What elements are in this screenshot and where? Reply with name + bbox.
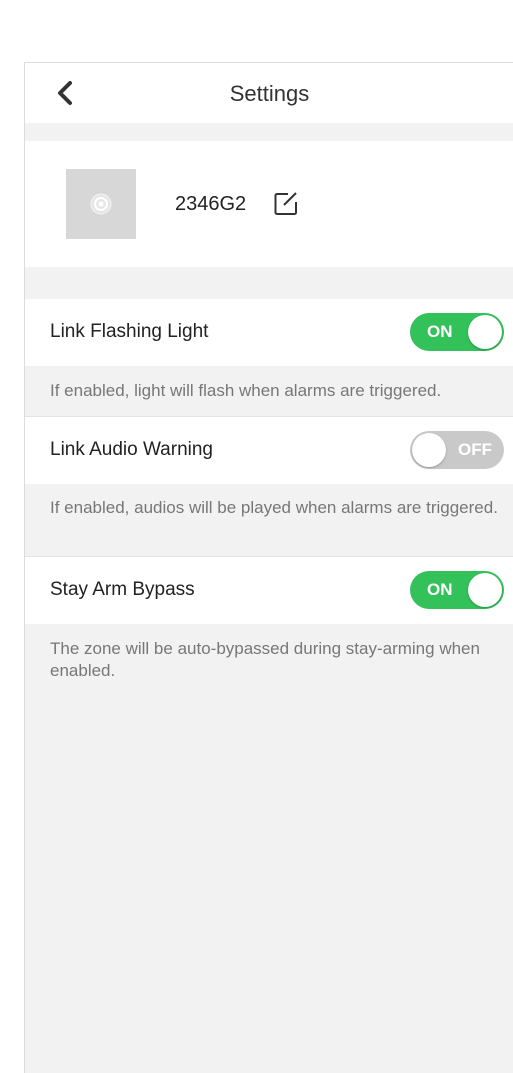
toggle-knob <box>412 433 446 467</box>
device-card: 2346G2 <box>25 141 513 267</box>
link-flashing-light-toggle[interactable]: ON <box>410 313 504 351</box>
toggle-state-label: OFF <box>458 440 492 459</box>
setting-label: Stay Arm Bypass <box>50 579 195 600</box>
device-thumbnail <box>66 169 136 239</box>
setting-description: If enabled, light will flash when alarms… <box>50 381 442 400</box>
device-name: 2346G2 <box>175 193 247 215</box>
stay-arm-bypass-toggle[interactable]: ON <box>410 571 504 609</box>
settings-screen: Settings 2346G2 Link Flashing Light ON I… <box>24 62 513 1073</box>
toggle-knob <box>468 315 502 349</box>
navigation-bar: Settings <box>25 63 513 123</box>
setting-description: If enabled, audios will be played when a… <box>50 498 498 517</box>
toggle-knob <box>468 573 502 607</box>
edit-icon <box>274 192 297 215</box>
setting-description: The zone will be auto-bypassed during st… <box>50 639 480 680</box>
toggle-state-label: ON <box>427 580 453 599</box>
link-audio-warning-toggle[interactable]: OFF <box>410 431 504 469</box>
camera-lens-icon <box>90 193 112 215</box>
setting-row-stay-arm-bypass: Stay Arm Bypass ON <box>25 557 513 624</box>
setting-row-link-audio-warning: Link Audio Warning OFF <box>25 417 513 484</box>
toggle-state-label: ON <box>427 322 453 341</box>
setting-row-link-flashing-light: Link Flashing Light ON <box>25 299 513 366</box>
setting-label: Link Audio Warning <box>50 439 214 460</box>
edit-name-button[interactable] <box>272 190 300 218</box>
setting-label: Link Flashing Light <box>50 321 209 342</box>
page-title: Settings <box>229 81 310 106</box>
